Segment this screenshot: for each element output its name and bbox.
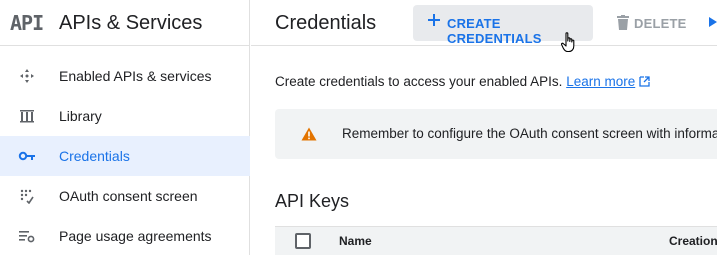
sidebar-item-credentials[interactable]: Credentials [0,136,250,176]
settings-list-icon [18,228,36,244]
delete-label: DELETE [634,16,687,31]
column-header-name[interactable]: Name [339,234,372,248]
page-title: Credentials [275,12,377,34]
sidebar-item-enabled-apis[interactable]: Enabled APIs & services [0,56,250,96]
sidebar-item-label: Page usage agreements [59,228,212,244]
api-logo: API [10,11,44,35]
sidebar-item-label: Enabled APIs & services [59,68,212,84]
library-icon [18,108,36,124]
enabled-apis-icon [18,68,36,84]
oauth-consent-icon [18,188,36,204]
overflow-arrow-icon[interactable] [709,15,717,29]
description-text: Create credentials to access your enable… [275,74,563,89]
sidebar-item-oauth-consent[interactable]: OAuth consent screen [0,176,250,216]
sidebar-header: API APIs & Services [0,0,250,46]
main-content: Credentials CREATE CREDENTIALS DELETE Cr… [251,0,717,255]
plus-icon [428,14,440,26]
credentials-description: Create credentials to access your enable… [275,74,650,89]
sidebar-item-label: OAuth consent screen [59,188,198,204]
hand-cursor-icon [561,32,575,53]
api-keys-title: API Keys [275,191,350,211]
warning-icon [301,127,317,141]
warning-text: Remember to configure the OAuth consent … [342,126,717,141]
sidebar-item-label: Credentials [59,148,130,164]
trash-icon [617,15,629,30]
select-all-checkbox[interactable] [295,233,311,249]
api-keys-table-header: Name Creation [275,226,717,255]
oauth-warning-banner: Remember to configure the OAuth consent … [275,109,717,159]
column-header-creation[interactable]: Creation [669,234,717,248]
sidebar-item-page-usage[interactable]: Page usage agreements [0,216,250,255]
learn-more-link[interactable]: Learn more [566,74,635,89]
external-link-icon[interactable] [639,76,650,87]
sidebar-item-library[interactable]: Library [0,96,250,136]
sidebar: API APIs & Services Enabled APIs & servi… [0,0,250,255]
sidebar-item-label: Library [59,108,102,124]
delete-button[interactable]: DELETE [613,5,693,41]
sidebar-title: APIs & Services [59,12,203,34]
main-header: Credentials CREATE CREDENTIALS DELETE [251,0,717,46]
key-icon [18,148,36,164]
